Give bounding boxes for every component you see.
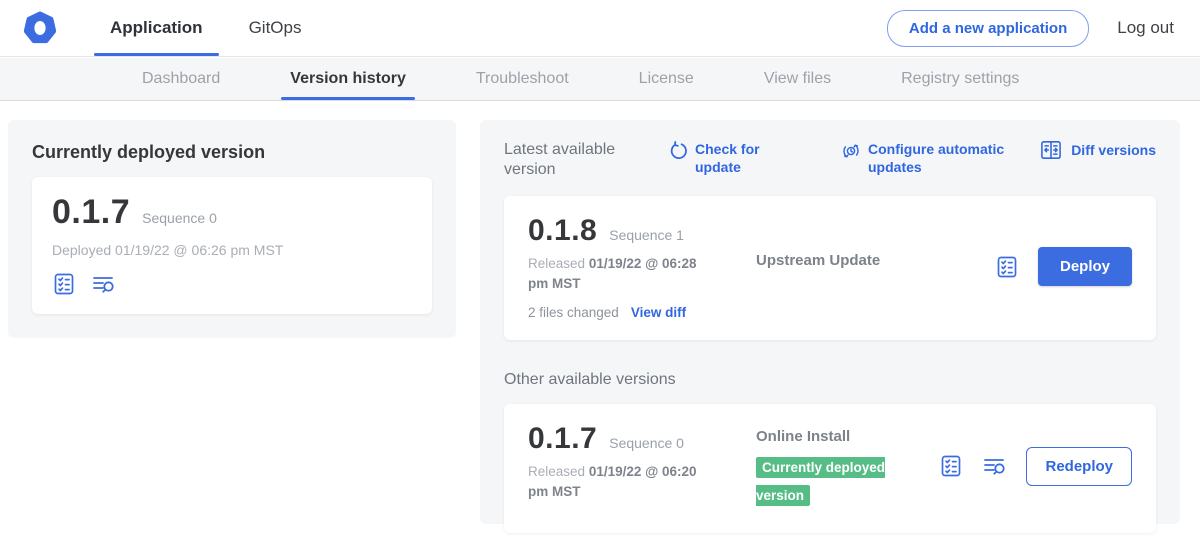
subnav-item-view-files[interactable]: View files: [764, 58, 831, 100]
deployed-version-number: 0.1.7: [52, 193, 130, 232]
view-diff-link[interactable]: View diff: [631, 305, 686, 320]
configure-automatic-updates-button[interactable]: Configure automatic updates: [841, 140, 1020, 176]
preflight-checklist-icon[interactable]: [995, 255, 1019, 279]
tab-gitops[interactable]: GitOps: [237, 0, 314, 56]
diff-versions-label: Diff versions: [1071, 141, 1156, 159]
currently-deployed-badge: Currently deployed version: [756, 457, 885, 507]
currently-deployed-panel: Currently deployed version 0.1.7 Sequenc…: [8, 120, 456, 338]
subnav-item-version-history[interactable]: Version history: [290, 58, 406, 100]
subnav-item-troubleshoot[interactable]: Troubleshoot: [476, 58, 569, 100]
add-application-button[interactable]: Add a new application: [887, 10, 1089, 47]
other-version-number: 0.1.7: [528, 422, 597, 456]
other-version-info: 0.1.7 Sequence 0 Released 01/19/22 @ 06:…: [528, 422, 756, 512]
subnav-item-registry-settings[interactable]: Registry settings: [901, 58, 1019, 100]
redeploy-button[interactable]: Redeploy: [1026, 447, 1132, 486]
deployed-actions: [52, 272, 412, 296]
diff-icon: [1040, 140, 1062, 160]
other-card-actions: Redeploy: [939, 447, 1132, 486]
top-bar: Application GitOps Add a new application…: [0, 0, 1200, 57]
auto-update-clock-icon: [841, 141, 861, 161]
diff-versions-button[interactable]: Diff versions: [1040, 140, 1156, 160]
check-for-update-label: Check for update: [695, 140, 765, 176]
other-source-label: Online Install: [756, 428, 939, 445]
logout-link[interactable]: Log out: [1117, 18, 1174, 38]
app-subnav: Dashboard Version history Troubleshoot L…: [0, 58, 1200, 101]
latest-source-column: Upstream Update: [756, 214, 995, 320]
files-changed-label: 2 files changed: [528, 305, 619, 320]
deployed-sequence-label: Sequence 0: [142, 210, 217, 226]
refresh-icon: [668, 141, 688, 161]
other-source-column: Online Install Currently deployed versio…: [756, 422, 939, 512]
deployed-version-card: 0.1.7 Sequence 0 Deployed 01/19/22 @ 06:…: [32, 177, 432, 314]
topbar-right: Add a new application Log out: [887, 10, 1174, 47]
deploy-logs-icon[interactable]: [982, 454, 1007, 478]
configure-automatic-updates-label: Configure automatic updates: [868, 140, 1020, 176]
latest-sequence-label: Sequence 1: [609, 227, 684, 243]
latest-available-title: Latest available version: [504, 140, 632, 180]
subnav-item-license[interactable]: License: [639, 58, 694, 100]
top-tabs: Application GitOps: [98, 0, 335, 56]
deploy-button[interactable]: Deploy: [1038, 247, 1132, 286]
latest-header: Latest available version Check for updat…: [504, 140, 1156, 180]
deployed-version-row: 0.1.7 Sequence 0: [52, 193, 412, 232]
other-version-card: 0.1.7 Sequence 0 Released 01/19/22 @ 06:…: [504, 404, 1156, 534]
other-sequence-label: Sequence 0: [609, 435, 684, 451]
latest-version-card: 0.1.8 Sequence 1 Released 01/19/22 @ 06:…: [504, 196, 1156, 340]
preflight-checklist-icon[interactable]: [939, 454, 963, 478]
latest-source-label: Upstream Update: [756, 252, 995, 269]
subnav-item-dashboard[interactable]: Dashboard: [142, 58, 220, 100]
check-for-update-button[interactable]: Check for update: [668, 140, 765, 176]
tab-application[interactable]: Application: [98, 0, 215, 56]
latest-released-timestamp: Released 01/19/22 @ 06:28 pm MST: [528, 254, 720, 295]
latest-card-actions: Deploy: [995, 247, 1132, 286]
other-available-versions-title: Other available versions: [504, 370, 1156, 390]
latest-version-number: 0.1.8: [528, 214, 597, 248]
app-logo-icon: [22, 10, 58, 46]
currently-deployed-title: Currently deployed version: [32, 142, 432, 163]
preflight-checklist-icon[interactable]: [52, 272, 76, 296]
other-released-timestamp: Released 01/19/22 @ 06:20 pm MST: [528, 462, 720, 503]
deployed-timestamp: Deployed 01/19/22 @ 06:26 pm MST: [52, 242, 412, 258]
latest-available-panel: Latest available version Check for updat…: [480, 120, 1180, 524]
deploy-logs-icon[interactable]: [91, 272, 116, 296]
latest-version-info: 0.1.8 Sequence 1 Released 01/19/22 @ 06:…: [528, 214, 756, 320]
